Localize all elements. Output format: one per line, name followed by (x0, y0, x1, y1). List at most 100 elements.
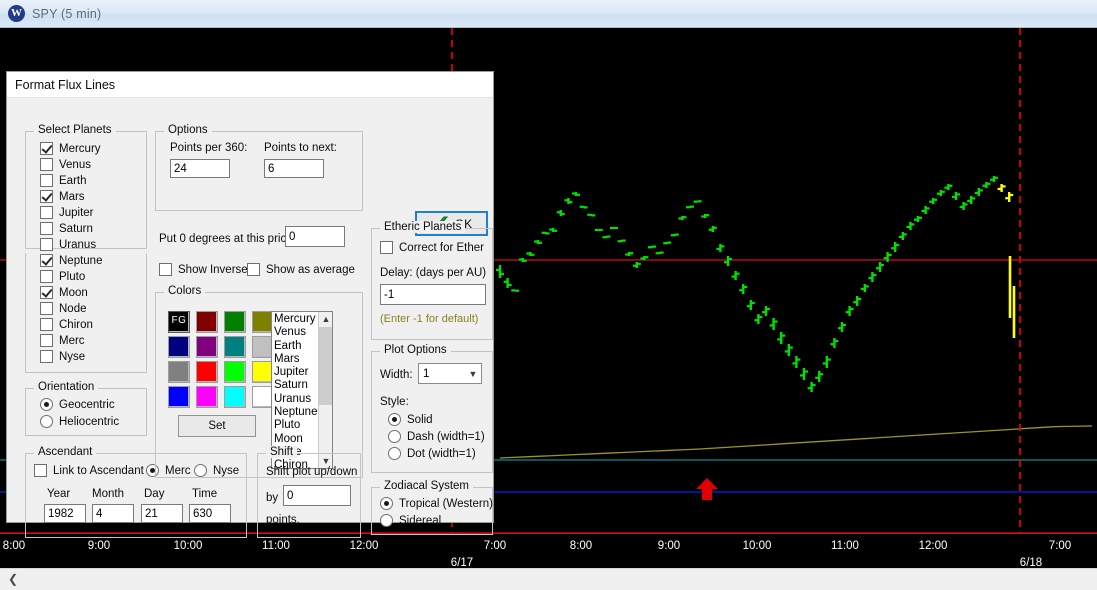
zodiacal-system-group: Zodiacal System Tropical (Western) Sidere… (371, 480, 493, 535)
axis-date-label: 6/18 (1019, 557, 1043, 568)
delay-input[interactable] (380, 284, 486, 305)
chevron-up-icon[interactable]: ▲ (319, 312, 332, 326)
color-swatch-5[interactable] (196, 336, 218, 358)
correct-for-ether-box[interactable] (380, 241, 393, 254)
year-input[interactable] (44, 504, 86, 523)
shift-points-input[interactable] (283, 485, 351, 506)
radio-dot[interactable] (40, 398, 53, 411)
axis-tick-label: 7:00 (1048, 540, 1072, 552)
time-input[interactable] (189, 504, 231, 523)
select-planets-group-lower (25, 253, 147, 373)
orientation-group: Orientation Geocentric Heliocentric (25, 381, 147, 436)
checkbox-box[interactable] (40, 142, 53, 155)
checkbox-box[interactable] (40, 190, 53, 203)
show-as-average-checkbox[interactable]: Show as average (247, 263, 355, 276)
set-color-button[interactable]: Set (178, 415, 256, 437)
zero-degrees-label: Put 0 degrees at this price: (159, 233, 296, 245)
axis-tick-label: 12:00 (918, 540, 948, 552)
chevron-down-icon[interactable]: ▼ (465, 369, 481, 379)
checkbox-label: Uranus (59, 238, 97, 251)
color-swatch-8[interactable] (168, 361, 190, 383)
planet-checkbox-mars[interactable]: Mars (40, 190, 85, 203)
checkbox-label: Earth (59, 174, 87, 187)
planet-checkbox-venus[interactable]: Venus (40, 158, 91, 171)
checkbox-label: Venus (59, 158, 91, 171)
width-dropdown[interactable]: 1 ▼ (418, 363, 482, 384)
color-swatch-14[interactable] (224, 386, 246, 408)
set-button-label: Set (208, 420, 226, 432)
options-group: Options Points per 360: Points to next: (155, 124, 363, 211)
planet-checkbox-earth[interactable]: Earth (40, 174, 87, 187)
orientation-radio-heliocentric[interactable]: Heliocentric (40, 415, 119, 428)
checkbox-box[interactable] (40, 222, 53, 235)
planet-checkbox-jupiter[interactable]: Jupiter (40, 206, 94, 219)
color-swatch-0[interactable]: FG (168, 311, 190, 333)
radio-dot[interactable] (380, 497, 393, 510)
color-swatch-4[interactable] (168, 336, 190, 358)
link-to-ascendant-box[interactable] (34, 464, 47, 477)
select-planets-title: Select Planets (34, 124, 116, 136)
zodiacal-radio-tropical-western[interactable]: Tropical (Western) (380, 497, 493, 510)
dialog-title: Format Flux Lines (15, 77, 116, 92)
shift-by-label: by (266, 492, 279, 504)
scroll-left-icon[interactable]: ❮ (8, 573, 18, 585)
color-swatch-10[interactable] (224, 361, 246, 383)
checkbox-box[interactable] (40, 174, 53, 187)
zodiacal-radio-sidereal[interactable]: Sidereal (380, 514, 441, 527)
planet-checkbox-saturn[interactable]: Saturn (40, 222, 93, 235)
select-planets-group: Select Planets Mercury Venus Earth Mars Jupi… (25, 124, 147, 363)
correct-for-ether-checkbox[interactable]: Correct for Ether (380, 241, 484, 254)
planet-checkbox-mercury[interactable]: Mercury (40, 142, 101, 155)
orientation-radio-geocentric[interactable]: Geocentric (40, 398, 115, 411)
radio-label: Dot (width=1) (407, 447, 476, 460)
style-radio-dot-width-1[interactable]: Dot (width=1) (388, 447, 476, 460)
color-swatch-13[interactable] (196, 386, 218, 408)
points-per-360-input[interactable] (170, 159, 230, 178)
axis-tick-label: 10:00 (742, 540, 772, 552)
planet-checkbox-uranus[interactable]: Uranus (40, 238, 96, 251)
checkbox-box[interactable] (40, 206, 53, 219)
chart-time-axis: 8:00 9:00 10:00 11:00 12:00 7:00 8:00 9:00 10:00… (0, 533, 1097, 568)
width-value: 1 (423, 367, 430, 380)
colors-group: Colors FG Mercury Venus Earth Mars Jupiter Sa… (155, 285, 363, 478)
listbox-scroll-thumb[interactable] (319, 327, 332, 405)
radio-dot[interactable] (380, 514, 393, 527)
checkbox-box[interactable] (40, 238, 53, 251)
color-swatch-6[interactable] (224, 336, 246, 358)
month-label: Month (92, 488, 124, 500)
month-input[interactable] (92, 504, 134, 523)
axis-tick-label: 11:00 (262, 540, 290, 552)
checkbox-box[interactable] (40, 158, 53, 171)
radio-dot[interactable] (388, 430, 401, 443)
color-swatch-12[interactable] (168, 386, 190, 408)
radio-label: Geocentric (59, 398, 115, 411)
shift-title: Shift (266, 446, 298, 458)
radio-dot[interactable] (40, 415, 53, 428)
time-label: Time (192, 488, 218, 500)
style-radio-dash-width-1[interactable]: Dash (width=1) (388, 430, 485, 443)
zero-degrees-input[interactable] (285, 226, 345, 247)
radio-dot[interactable] (388, 447, 401, 460)
color-swatch-1[interactable] (196, 311, 218, 333)
day-input[interactable] (141, 504, 183, 523)
color-swatch-grid[interactable]: FG (168, 311, 277, 408)
color-swatch-2[interactable] (224, 311, 246, 333)
format-flux-lines-dialog[interactable]: Format Flux Lines OK Select Planets Merc… (6, 71, 494, 538)
checkbox-label: Saturn (59, 222, 93, 235)
link-to-ascendant-checkbox[interactable]: Link to Ascendant (34, 464, 144, 477)
show-inverse-box[interactable] (159, 263, 172, 276)
link-to-ascendant-label: Link to Ascendant (53, 464, 144, 477)
style-radio-solid[interactable]: Solid (388, 413, 433, 426)
show-inverse-checkbox[interactable]: Show Inverse (159, 263, 248, 276)
radio-label: Solid (407, 413, 433, 426)
listbox-scrollbar[interactable]: ▲ ▼ (318, 312, 332, 468)
axis-tick-label: 9:00 (657, 540, 681, 552)
color-swatch-9[interactable] (196, 361, 218, 383)
checkbox-label: Jupiter (59, 206, 94, 219)
axis-tick-label: 8:00 (569, 540, 593, 552)
show-as-average-box[interactable] (247, 263, 260, 276)
radio-dot[interactable] (388, 413, 401, 426)
app-window: W SPY (5 min) 8:00 9:00 10:00 11:00 12:00 7:0… (0, 0, 1097, 590)
points-to-next-input[interactable] (264, 159, 324, 178)
options-title: Options (164, 124, 212, 136)
